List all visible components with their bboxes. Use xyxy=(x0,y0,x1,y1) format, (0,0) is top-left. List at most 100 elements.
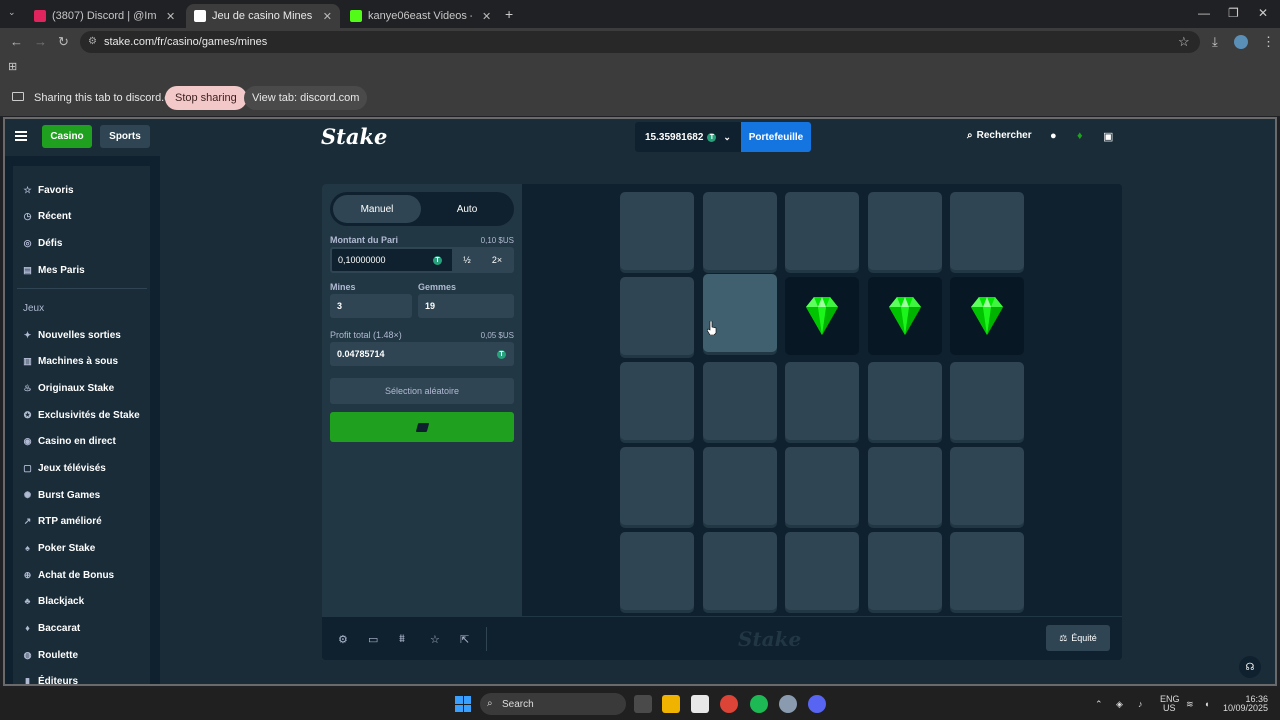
mine-tile[interactable] xyxy=(867,277,942,355)
minimize-icon[interactable]: — xyxy=(1198,6,1210,20)
sidebar-item-mes-paris[interactable]: ▤ Mes Paris xyxy=(23,262,84,278)
mine-tile[interactable] xyxy=(620,532,694,610)
notification-bell-icon[interactable]: ♦ xyxy=(1077,130,1083,142)
tray-chevron-up-icon[interactable]: ⌃ xyxy=(1095,700,1103,709)
mine-tile[interactable] xyxy=(867,192,942,270)
mine-tile[interactable] xyxy=(785,277,859,355)
settings-app-icon[interactable] xyxy=(779,695,797,713)
apps-grid-icon[interactable]: ⊞ xyxy=(8,60,17,73)
language-indicator[interactable]: ENG US xyxy=(1160,695,1180,713)
sidebar-item-casino-direct[interactable]: ◉ Casino en direct xyxy=(23,433,116,449)
share-link-icon[interactable]: ⇱ xyxy=(460,633,469,646)
task-view-icon[interactable] xyxy=(634,695,652,713)
sidebar-item-poker[interactable]: ♠ Poker Stake xyxy=(23,540,95,556)
stop-sharing-button[interactable]: Stop sharing xyxy=(165,86,247,110)
menu-kebab-icon[interactable]: ⋮ xyxy=(1262,34,1275,50)
mine-tile[interactable] xyxy=(702,192,777,270)
balance-display[interactable]: 15.35981682 T ⌄ xyxy=(635,122,741,152)
sidebar-item-favoris[interactable]: ☆ Favoris xyxy=(23,182,73,198)
settings-gear-icon[interactable]: ⚙ xyxy=(338,633,348,646)
forward-icon[interactable]: → xyxy=(34,34,47,49)
tab-close-icon[interactable]: ✕ xyxy=(482,10,491,23)
sidebar-item-nouvelles-sorties[interactable]: ✦ Nouvelles sorties xyxy=(23,327,121,343)
sidebar-item-roulette[interactable]: ◍ Roulette xyxy=(23,647,78,663)
stake-logo[interactable]: Stake xyxy=(321,124,387,149)
sidebar-item-editeurs[interactable]: ▮ Éditeurs xyxy=(23,673,78,685)
sidebar-item-originaux[interactable]: ♨ Originaux Stake xyxy=(23,380,114,396)
sidebar-item-baccarat[interactable]: ♦ Baccarat xyxy=(23,620,80,636)
sidebar-item-achat-bonus[interactable]: ⊕ Achat de Bonus xyxy=(23,567,114,583)
mine-tile[interactable] xyxy=(785,532,859,610)
volume-icon[interactable]: ◖ xyxy=(1204,700,1209,709)
mine-tile[interactable] xyxy=(950,192,1024,270)
mine-tile[interactable] xyxy=(950,277,1024,355)
mine-tile[interactable] xyxy=(785,192,859,270)
store-icon[interactable] xyxy=(691,695,709,713)
tab-close-icon[interactable]: ✕ xyxy=(323,10,332,23)
window-close-icon[interactable]: ✕ xyxy=(1258,6,1268,20)
casino-button[interactable]: Casino xyxy=(42,125,92,148)
microphone-icon[interactable]: ♪ xyxy=(1138,700,1143,709)
back-icon[interactable]: ← xyxy=(10,34,23,49)
theatre-mode-icon[interactable]: ▭ xyxy=(368,633,378,646)
sports-button[interactable]: Sports xyxy=(100,125,150,148)
stats-chart-icon[interactable]: ⩩ xyxy=(399,633,405,646)
mine-tile[interactable] xyxy=(702,447,777,525)
maximize-icon[interactable]: ❐ xyxy=(1228,6,1239,20)
sidebar-item-blackjack[interactable]: ♣ Blackjack xyxy=(23,593,85,609)
mine-tile[interactable] xyxy=(950,447,1024,525)
mine-tile[interactable] xyxy=(620,447,694,525)
mine-tile[interactable] xyxy=(867,447,942,525)
mine-tile[interactable] xyxy=(620,192,694,270)
mine-tile[interactable] xyxy=(950,532,1024,610)
menu-hamburger-icon[interactable] xyxy=(15,131,27,141)
wifi-icon[interactable]: ≋ xyxy=(1186,700,1194,709)
sidebar-item-recent[interactable]: ◷ Récent xyxy=(23,208,72,224)
mines-select[interactable]: 3 xyxy=(330,294,412,318)
double-bet-button[interactable]: 2× xyxy=(482,249,512,271)
discord-app-icon[interactable] xyxy=(808,695,826,713)
mine-tile[interactable] xyxy=(867,532,942,610)
mode-manual-button[interactable]: Manuel xyxy=(333,195,421,223)
taskbar-search[interactable]: ⌕ Search xyxy=(480,693,626,715)
mine-tile[interactable] xyxy=(620,277,694,355)
spotify-icon[interactable] xyxy=(750,695,768,713)
user-icon[interactable]: ● xyxy=(1050,130,1057,142)
view-tab-button[interactable]: View tab: discord.com xyxy=(244,86,368,110)
mine-tile[interactable] xyxy=(702,362,777,440)
download-icon[interactable]: ⤓ xyxy=(1212,34,1218,50)
favorite-star-icon[interactable]: ☆ xyxy=(430,633,440,646)
tab-close-icon[interactable]: ✕ xyxy=(166,10,175,23)
bookmark-star-icon[interactable]: ☆ xyxy=(1178,34,1190,50)
mine-tile[interactable] xyxy=(785,362,859,440)
chat-icon[interactable]: ▣ xyxy=(1103,130,1113,143)
tab-discord[interactable]: (3807) Discord | @ImNF... ✕ xyxy=(26,4,184,28)
sidebar-item-defis[interactable]: ◎ Défis xyxy=(23,235,63,251)
tab-search-icon[interactable]: ⌄ xyxy=(8,7,16,18)
profile-avatar[interactable] xyxy=(1234,35,1248,49)
cashout-button[interactable] xyxy=(330,412,514,442)
random-pick-button[interactable]: Sélection aléatoire xyxy=(330,378,514,404)
mine-tile[interactable] xyxy=(785,447,859,525)
chrome-icon[interactable] xyxy=(720,695,738,713)
reload-icon[interactable]: ↻ xyxy=(58,34,69,50)
wallet-button[interactable]: Portefeuille xyxy=(741,122,811,152)
search-button[interactable]: ⌕ Rechercher xyxy=(967,130,1032,141)
bet-amount-input[interactable]: 0,10000000 T ½ 2× xyxy=(330,247,514,273)
sidebar-item-burst-games[interactable]: ✺ Burst Games xyxy=(23,487,101,503)
windows-start-icon[interactable] xyxy=(455,696,471,712)
mine-tile[interactable] xyxy=(950,362,1024,440)
fairness-button[interactable]: ⚖ Équité xyxy=(1046,625,1110,651)
sidebar-item-rtp[interactable]: ↗ RTP amélioré xyxy=(23,513,102,529)
mine-tile[interactable] xyxy=(867,362,942,440)
site-info-icon[interactable]: ⚙ xyxy=(88,36,97,47)
mine-tile[interactable] xyxy=(620,362,694,440)
tab-stake-mines[interactable]: Jeu de casino Mines - Joue... ✕ xyxy=(186,4,340,28)
url-input[interactable]: ⚙ stake.com/fr/casino/games/mines xyxy=(80,31,1200,53)
file-explorer-icon[interactable] xyxy=(662,695,680,713)
live-support-button[interactable]: ☊ xyxy=(1239,656,1261,678)
half-bet-button[interactable]: ½ xyxy=(452,249,482,271)
tab-kick[interactable]: kanye06east Videos - Watch C... ✕ xyxy=(342,4,500,28)
network-icon[interactable]: ◈ xyxy=(1116,700,1123,709)
new-tab-icon[interactable]: + xyxy=(505,6,513,22)
